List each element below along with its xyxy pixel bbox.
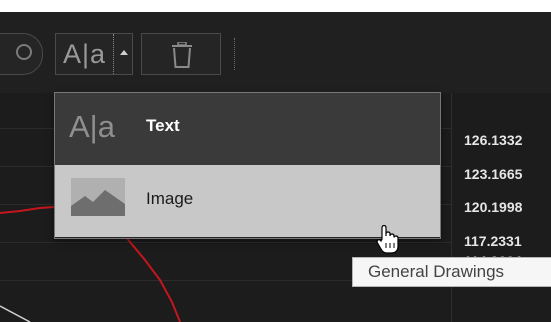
price-label: 123.1665 xyxy=(464,166,523,182)
price-label: 117.2331 xyxy=(464,233,522,249)
hand-cursor-icon xyxy=(376,225,399,254)
text-icon: A|a xyxy=(69,109,115,144)
menu-item-label: Image xyxy=(146,189,194,208)
trend-line xyxy=(0,305,31,322)
price-label: 126.1332 xyxy=(464,132,523,148)
chart-app: A|a 126.1332 123.1665 120.1998 117.2331 … xyxy=(0,12,551,322)
price-series-line xyxy=(117,226,181,322)
tooltip: General Drawings xyxy=(352,257,551,287)
price-label: 120.1998 xyxy=(464,199,523,215)
price-series-line xyxy=(0,206,55,214)
menu-item-text[interactable]: A|a Text xyxy=(55,93,440,165)
general-drawings-menu: A|a Text Image xyxy=(54,92,441,239)
price-axis: 126.1332 123.1665 120.1998 117.2331 114.… xyxy=(451,93,551,322)
menu-item-label: Text xyxy=(146,116,180,135)
image-icon xyxy=(71,178,125,216)
